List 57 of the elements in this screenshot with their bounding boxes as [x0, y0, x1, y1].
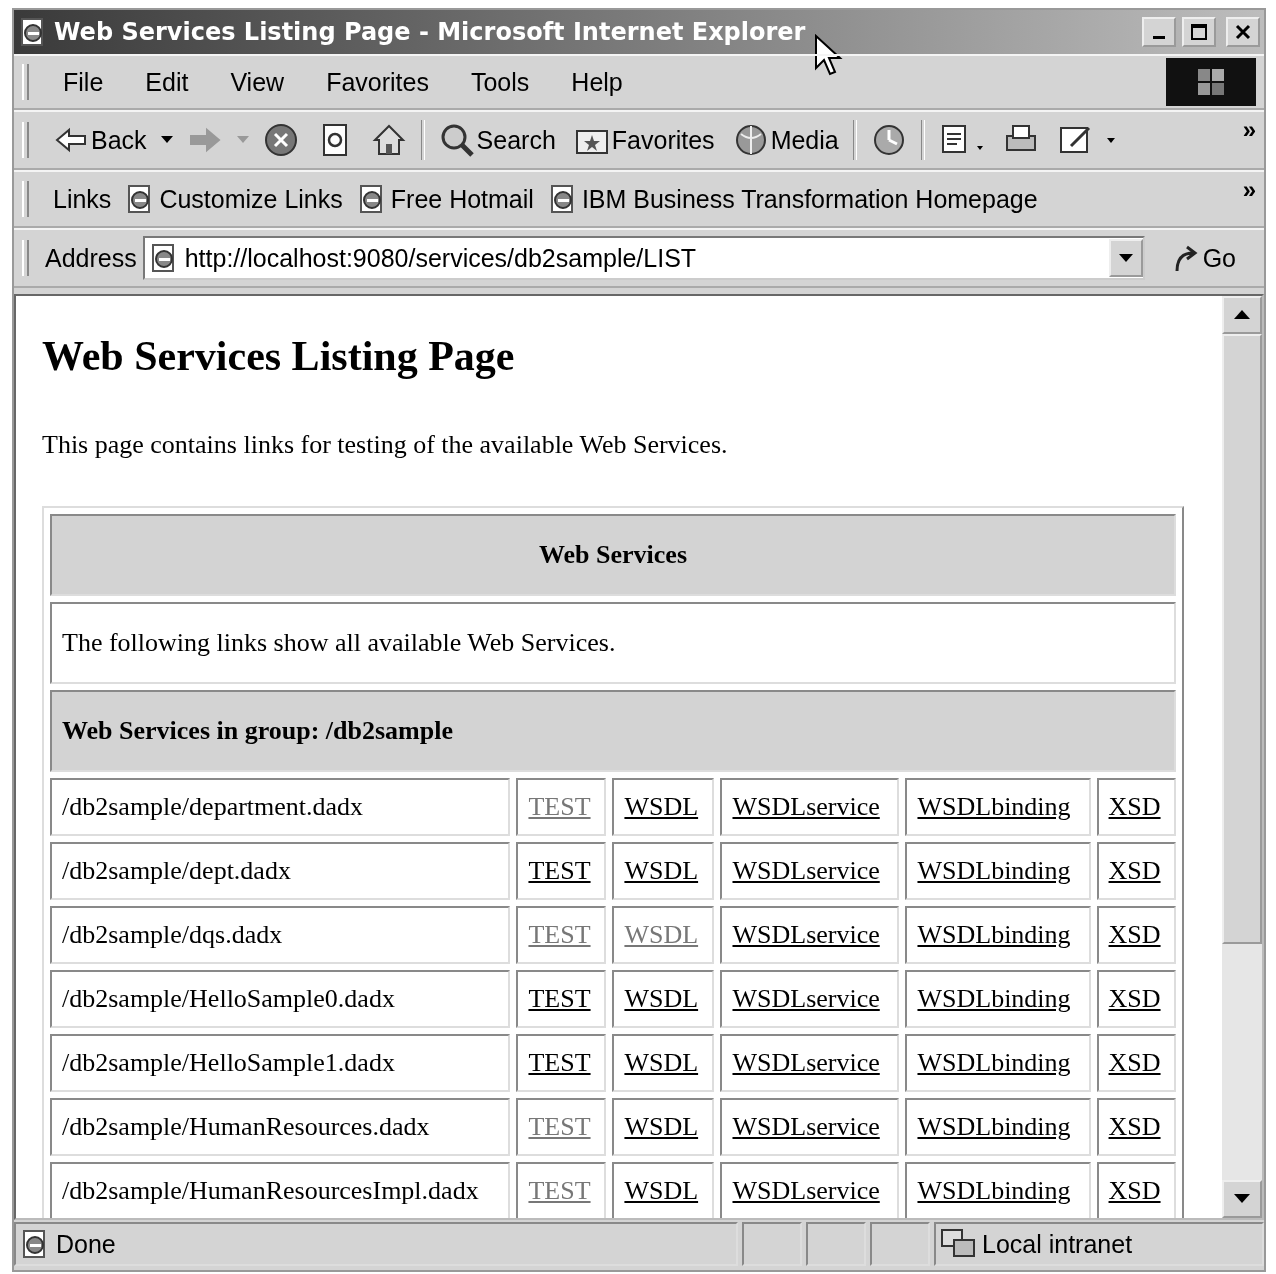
- scroll-up-button[interactable]: [1222, 296, 1262, 334]
- toolbar-button[interactable]: Media: [728, 120, 843, 160]
- links-overflow[interactable]: »: [1242, 176, 1256, 204]
- toolbar-button[interactable]: Favorites: [569, 120, 719, 160]
- service-path-cell: /db2sample/HumanResourcesImpl.dadx: [50, 1162, 511, 1218]
- dropdown-button[interactable]: [1108, 239, 1143, 277]
- links-label: Links: [53, 184, 112, 214]
- address-field[interactable]: http://localhost:9080/services/db2sample/LIST: [142, 236, 1145, 280]
- page-heading: Web Services Listing Page: [42, 332, 516, 380]
- menu-item[interactable]: View: [212, 67, 303, 97]
- maximize-icon: [1191, 24, 1207, 40]
- toolbar-grip[interactable]: [22, 181, 29, 217]
- service-path-cell: /db2sample/HelloSample0.dadx: [50, 970, 511, 1028]
- service-path-cell: /db2sample/dept.dadx: [50, 842, 511, 900]
- menu-item[interactable]: Favorites: [308, 67, 447, 97]
- window-title: Web Services Listing Page - Microsoft Internet Explorer: [54, 18, 807, 46]
- maximize-button[interactable]: [1182, 17, 1216, 47]
- close-icon: [1235, 24, 1251, 40]
- intro-text: This page contains links for testing of the available Web Services.: [42, 430, 729, 460]
- table-description: The following links show all available Web Services.: [50, 602, 1176, 684]
- service-path-cell: /db2sample/HumanResources.dadx: [50, 1098, 511, 1156]
- status-panel: [742, 1222, 802, 1266]
- service-path-cell: /db2sample/HelloSample1.dadx: [50, 1034, 511, 1092]
- toolbar-grip[interactable]: [22, 240, 29, 276]
- status-panel: [870, 1222, 930, 1266]
- menu-item[interactable]: File: [45, 67, 122, 97]
- link-button[interactable]: IBM Business Transformation Homepage: [547, 184, 1038, 214]
- flag-icon: [1196, 67, 1226, 97]
- link-button[interactable]: Customize Links: [125, 184, 343, 214]
- service-path-cell: /db2sample/department.dadx: [50, 778, 511, 836]
- status-panel: [806, 1222, 866, 1266]
- service-path-cell: /db2sample/dqs.dadx: [50, 906, 511, 964]
- toolbar-button[interactable]: Search: [434, 120, 560, 160]
- close-button[interactable]: [1226, 17, 1260, 47]
- dropdown-arrow-icon[interactable]: [160, 136, 173, 144]
- network-icon: [940, 1228, 976, 1260]
- up-arrow-icon: [1234, 310, 1250, 320]
- table-title: Web Services: [50, 514, 1176, 596]
- down-arrow-icon: [1234, 1194, 1250, 1204]
- menu-item[interactable]: Help: [553, 67, 641, 97]
- scrollbar-thumb[interactable]: [1222, 334, 1262, 944]
- zone-panel: Local intranet: [934, 1222, 1264, 1266]
- group-header: Web Services in group: /db2sample: [50, 690, 1176, 772]
- status-panel: Done: [14, 1222, 738, 1266]
- dropdown-arrow-icon: [1118, 254, 1133, 262]
- minimize-button[interactable]: [1142, 17, 1176, 47]
- toolbar-grip[interactable]: [22, 122, 29, 158]
- link-button[interactable]: Free Hotmail: [356, 184, 534, 214]
- menu-item[interactable]: Tools: [452, 67, 548, 97]
- toolbar-button[interactable]: Back: [49, 120, 151, 160]
- toolbar-overflow[interactable]: »: [1242, 116, 1256, 144]
- toolbar-grip[interactable]: [22, 64, 29, 100]
- address-label: Address: [45, 243, 137, 273]
- minimize-icon: [1153, 35, 1165, 39]
- go-button[interactable]: Go: [1150, 243, 1256, 273]
- scroll-down-button[interactable]: [1222, 1180, 1262, 1218]
- menu-item[interactable]: Edit: [127, 67, 207, 97]
